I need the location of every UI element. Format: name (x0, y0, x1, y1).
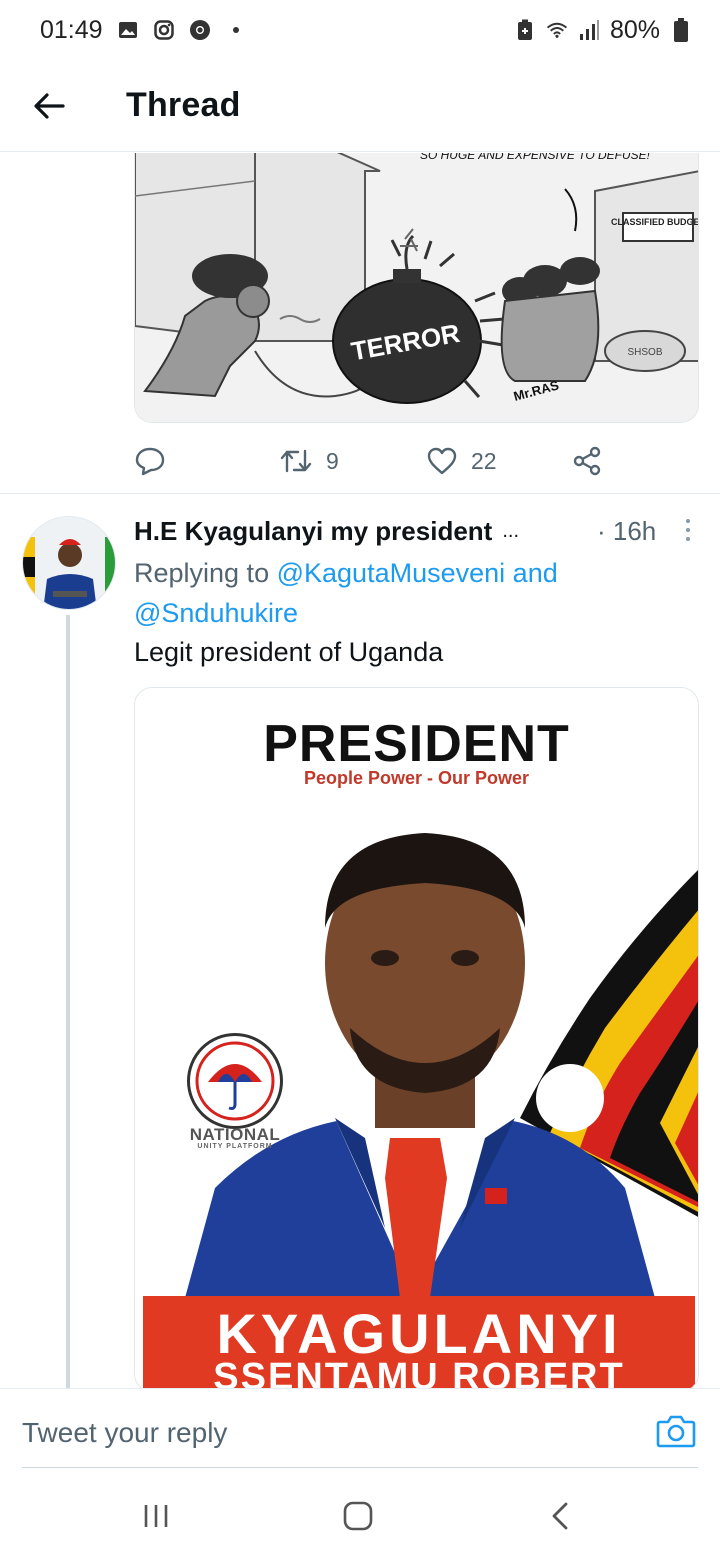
nup-logo (187, 1033, 283, 1129)
battery-saver-icon (514, 19, 536, 41)
reply-input[interactable]: Tweet your reply (22, 1417, 227, 1449)
reply-and: and (512, 558, 558, 588)
reply-bar: Tweet your reply (0, 1388, 720, 1468)
reply-prefix: Replying to (134, 558, 270, 588)
heart-icon (427, 447, 457, 475)
cartoon-speech-label: SO HUGE AND EXPENSIVE TO DEFUSE! (420, 153, 651, 162)
tweet-divider (0, 493, 720, 494)
share-button[interactable] (572, 441, 602, 481)
system-nav-bar (0, 1470, 720, 1560)
author-name[interactable]: H.E Kyagulanyi my president (134, 516, 492, 547)
retweet-count: 9 (326, 447, 339, 474)
home-icon (343, 1501, 373, 1531)
like-button[interactable]: 22 (427, 441, 497, 481)
tweet-header: H.E Kyagulanyi my president ... · 16h (134, 511, 694, 551)
reply-icon (135, 447, 165, 476)
thread-line (66, 615, 70, 1388)
tweet-actions: 9 22 (134, 441, 614, 481)
mention-link-2[interactable]: @Snduhukire (134, 598, 298, 628)
instagram-icon (153, 19, 175, 41)
tweet-media-cartoon[interactable]: TERROR CLASSIFIED BUDGET SHSOB SO HUGE A… (134, 153, 699, 423)
cartoon-bag-label: SHSOB (627, 347, 662, 358)
signal-icon (578, 19, 600, 41)
poster-title: PRESIDENT (263, 715, 570, 773)
page-title: Thread (126, 86, 241, 124)
party-name: NATIONAL (189, 1125, 281, 1144)
like-count: 22 (471, 447, 497, 474)
author-truncation: ... (502, 519, 519, 542)
share-icon (573, 446, 601, 476)
reply-underline (22, 1467, 698, 1468)
camera-icon (656, 1415, 696, 1448)
replying-to: Replying to @KagutaMuseveni and @Snduhuk… (134, 553, 694, 633)
camera-button[interactable] (656, 1413, 696, 1453)
status-time: 01:49 (40, 15, 103, 44)
tweet-media-poster[interactable]: PRESIDENT People Power - Our Power NATIO… (134, 687, 699, 1388)
thread-feed[interactable]: TERROR CLASSIFIED BUDGET SHSOB SO HUGE A… (0, 153, 720, 1388)
arrow-left-icon (34, 92, 65, 119)
status-bar: 01:49 80% (0, 0, 720, 60)
party-subname: UNITY PLATFORM (197, 1143, 273, 1150)
poster-subtitle: People Power - Our Power (303, 768, 530, 788)
more-options-icon[interactable] (686, 519, 690, 541)
tweet-text: Legit president of Uganda (134, 637, 444, 667)
gallery-icon (117, 19, 139, 41)
tweet-time[interactable]: · 16h (597, 516, 656, 547)
chrome-icon (189, 19, 211, 41)
recent-apps-icon (144, 1505, 168, 1527)
reply-button[interactable] (134, 441, 166, 481)
wifi-icon (546, 19, 568, 41)
back-button[interactable] (0, 60, 100, 152)
avatar[interactable] (22, 516, 116, 610)
battery-icon (670, 18, 692, 42)
candidate-name-line2: SSENTAMU ROBERT (213, 1356, 625, 1388)
retweet-button[interactable]: 9 (280, 441, 339, 481)
system-back-button[interactable] (540, 1496, 580, 1536)
cartoon-sign-label: CLASSIFIED BUDGET (611, 217, 699, 227)
back-icon (552, 1502, 568, 1530)
mention-link-1[interactable]: @KagutaMuseveni (277, 558, 506, 588)
retweet-icon (280, 449, 312, 473)
home-button[interactable] (338, 1496, 378, 1536)
app-header: Thread (0, 60, 720, 152)
battery-percent: 80% (609, 15, 660, 44)
dot-icon (225, 19, 247, 41)
recent-apps-button[interactable] (136, 1496, 176, 1536)
